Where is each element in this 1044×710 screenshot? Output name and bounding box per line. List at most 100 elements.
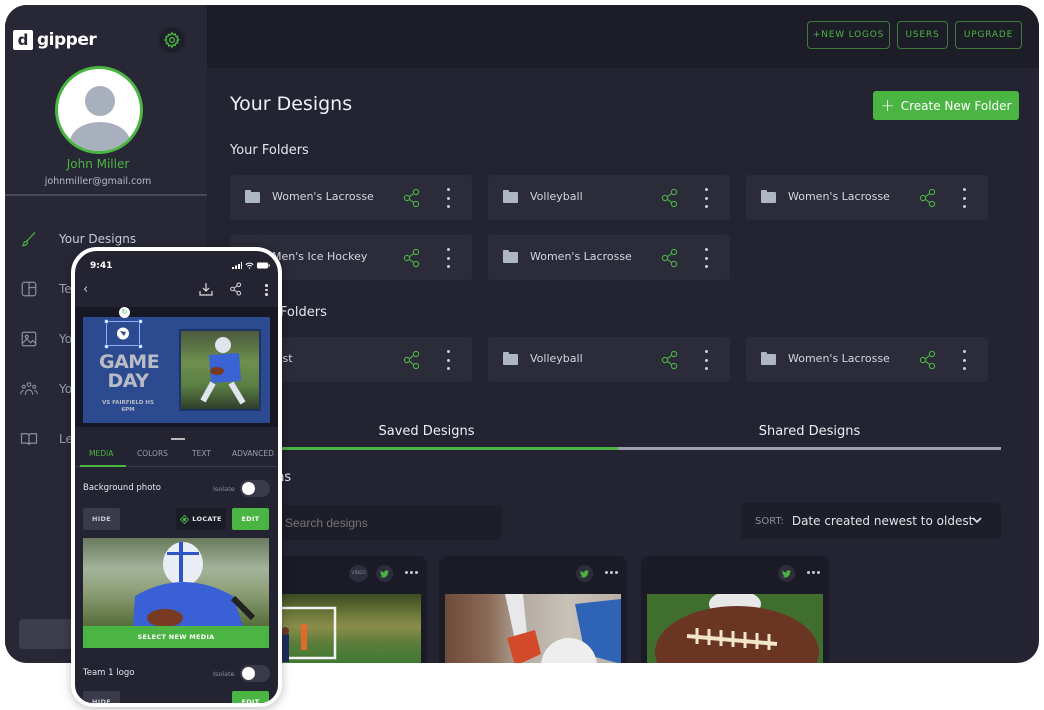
isolate-label: Isolate — [213, 485, 235, 493]
hide-button[interactable]: HIDE — [83, 691, 120, 703]
twitter-icon[interactable] — [376, 565, 393, 582]
design-headline: GAME DAY — [99, 351, 160, 392]
share-icon[interactable] — [403, 350, 421, 370]
chevron-down-icon — [972, 517, 982, 524]
design-thumbnail-soccer-kick — [445, 594, 621, 663]
signal-icon — [232, 262, 242, 269]
isolate-toggle[interactable] — [240, 665, 270, 682]
sidebar-item-your-designs[interactable]: Your Designs — [19, 229, 136, 249]
twitter-icon[interactable] — [778, 565, 795, 582]
avatar[interactable] — [55, 66, 143, 154]
designs-tabs: Saved Designs Shared Designs — [235, 415, 1001, 451]
phone-toolbar: ‹ — [75, 277, 278, 305]
folder-name: Women's Lacrosse — [272, 190, 374, 203]
more-vertical-icon[interactable] — [445, 248, 451, 268]
twitter-icon[interactable] — [576, 565, 593, 582]
share-icon[interactable] — [403, 248, 421, 268]
sidebar-item-label: Your Designs — [59, 232, 137, 246]
back-chevron-icon[interactable]: ‹ — [83, 282, 88, 297]
sidebar-item-learn[interactable]: Le — [19, 429, 73, 449]
share-icon[interactable] — [661, 248, 679, 268]
edit-button[interactable]: EDIT — [232, 691, 269, 703]
rotate-handle-icon[interactable]: ↻ — [119, 307, 130, 318]
folder-item[interactable]: Women's Lacrosse — [746, 175, 988, 220]
more-vertical-icon[interactable] — [445, 188, 451, 208]
tab-saved-designs[interactable]: Saved Designs — [235, 415, 618, 447]
sort-value: Date created newest to oldest — [791, 514, 974, 528]
wifi-icon — [245, 262, 254, 269]
tab-advanced[interactable]: ADVANCED — [232, 449, 274, 458]
shared-folder-item[interactable]: Women's Lacrosse — [746, 337, 988, 382]
shared-folder-item[interactable]: Volleyball — [488, 337, 730, 382]
hide-button[interactable]: HIDE — [83, 508, 120, 530]
more-vertical-icon[interactable] — [961, 350, 967, 370]
sort-label: SORT: — [755, 515, 784, 527]
folder-icon — [503, 352, 518, 365]
more-horizontal-icon[interactable] — [405, 571, 418, 574]
logo-text: gipper — [37, 30, 97, 50]
sidebar-item-your-media[interactable]: Yo — [19, 329, 72, 349]
locate-button[interactable]: LOCATE — [176, 508, 226, 530]
selected-logo-element[interactable] — [106, 321, 140, 346]
tab-shared-designs[interactable]: Shared Designs — [618, 415, 1001, 447]
more-vertical-icon[interactable] — [961, 188, 967, 208]
selection-handle[interactable] — [104, 319, 109, 324]
selection-handle[interactable] — [104, 344, 109, 349]
settings-button[interactable] — [159, 27, 185, 53]
tab-colors[interactable]: COLORS — [137, 449, 168, 458]
your-folders-title: Your Folders — [230, 143, 309, 158]
more-vertical-icon[interactable] — [703, 188, 709, 208]
sidebar-item-your-team[interactable]: Yo — [19, 379, 72, 399]
share-icon[interactable] — [229, 282, 243, 296]
more-vertical-icon[interactable] — [703, 248, 709, 268]
more-horizontal-icon[interactable] — [807, 571, 820, 574]
isolate-toggle[interactable] — [240, 480, 270, 497]
more-vertical-icon[interactable] — [703, 350, 709, 370]
select-new-media-button[interactable]: SELECT NEW MEDIA — [83, 626, 269, 648]
sort-dropdown[interactable]: SORT: Date created newest to oldest — [741, 503, 1001, 539]
more-horizontal-icon[interactable] — [605, 571, 618, 574]
folder-item[interactable]: Women's Lacrosse — [488, 235, 730, 280]
more-vertical-icon[interactable] — [265, 284, 268, 296]
page-title: Your Designs — [230, 93, 353, 115]
folder-item[interactable]: Volleyball — [488, 175, 730, 220]
share-icon[interactable] — [661, 188, 679, 208]
upgrade-button[interactable]: UPGRADE — [955, 21, 1022, 49]
share-icon[interactable] — [403, 188, 421, 208]
search-designs-input[interactable] — [277, 505, 502, 540]
more-vertical-icon[interactable] — [445, 350, 451, 370]
sidebar-item-label: Te — [59, 282, 72, 296]
design-card[interactable] — [641, 556, 829, 663]
folder-icon — [503, 250, 518, 263]
new-logos-button[interactable]: +NEW LOGOS — [807, 21, 890, 49]
tab-active-indicator — [235, 447, 618, 450]
folder-name: Women's Lacrosse — [530, 250, 632, 263]
selection-handle[interactable] — [138, 344, 143, 349]
folder-name: Men's Ice Hockey — [272, 250, 368, 263]
isolate-label: Isolate — [213, 670, 235, 678]
users-button[interactable]: USERS — [897, 21, 948, 49]
phone-time: 9:41 — [90, 261, 113, 271]
design-canvas[interactable]: GAME DAY VS FAIRFIELD HS 6PM ↻ — [75, 307, 278, 427]
create-folder-label: Create New Folder — [900, 98, 1012, 113]
design-card[interactable] — [439, 556, 627, 663]
selection-handle[interactable] — [138, 319, 143, 324]
folder-item[interactable]: Women's Lacrosse — [230, 175, 472, 220]
create-new-folder-button[interactable]: + Create New Folder — [873, 91, 1019, 120]
share-icon[interactable] — [919, 188, 937, 208]
share-icon[interactable] — [661, 350, 679, 370]
download-icon[interactable] — [199, 282, 213, 296]
tab-text[interactable]: TEXT — [192, 449, 211, 458]
tab-media[interactable]: MEDIA — [89, 449, 113, 458]
design-subtext: VS FAIRFIELD HS 6PM — [97, 400, 159, 414]
sidebar-bottom-button[interactable] — [19, 619, 79, 649]
battery-icon — [257, 262, 270, 269]
folder-name: Women's Lacrosse — [788, 352, 890, 365]
locate-label: LOCATE — [192, 515, 222, 523]
sidebar-item-templates[interactable]: Te — [19, 279, 72, 299]
edit-button[interactable]: EDIT — [232, 508, 269, 530]
drawer-handle[interactable] — [171, 438, 185, 440]
users-icon — [19, 379, 39, 399]
share-icon[interactable] — [919, 350, 937, 370]
gipper-logo[interactable]: d gipper — [13, 30, 97, 50]
